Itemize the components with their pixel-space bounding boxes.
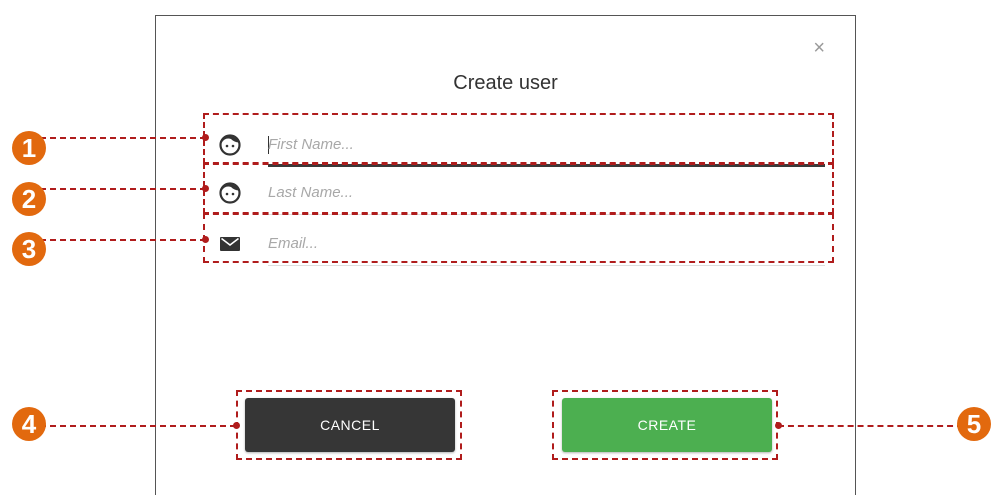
leader-dot-4: [233, 422, 240, 429]
first-name-row: [156, 120, 855, 170]
email-row: [156, 219, 855, 269]
leader-dot-1: [202, 134, 209, 141]
leader-dot-2: [202, 185, 209, 192]
callout-number-3: 3: [12, 232, 46, 266]
first-name-underline: [268, 164, 825, 167]
callout-number-1: 1: [12, 131, 46, 165]
dialog-title: Create user: [453, 72, 558, 94]
leader-dot-5: [775, 422, 782, 429]
leader-dot-3: [202, 236, 209, 243]
user-face-icon: [219, 134, 241, 156]
envelope-icon: [220, 237, 240, 251]
create-button[interactable]: CREATE: [562, 398, 772, 452]
close-icon[interactable]: ×: [813, 38, 825, 58]
callout-number-2: 2: [12, 182, 46, 216]
user-face-icon: [219, 182, 241, 204]
email-input[interactable]: [268, 229, 823, 257]
cancel-button[interactable]: CANCEL: [245, 398, 455, 452]
email-underline: [268, 265, 825, 266]
callout-number-4: 4: [12, 407, 46, 441]
last-name-input[interactable]: [268, 178, 823, 206]
last-name-row: [156, 168, 855, 218]
last-name-underline: [268, 214, 825, 215]
create-user-dialog: × Create user CANCEL CREATE: [155, 15, 856, 495]
callout-number-5: 5: [957, 407, 991, 441]
first-name-input[interactable]: [268, 130, 823, 158]
